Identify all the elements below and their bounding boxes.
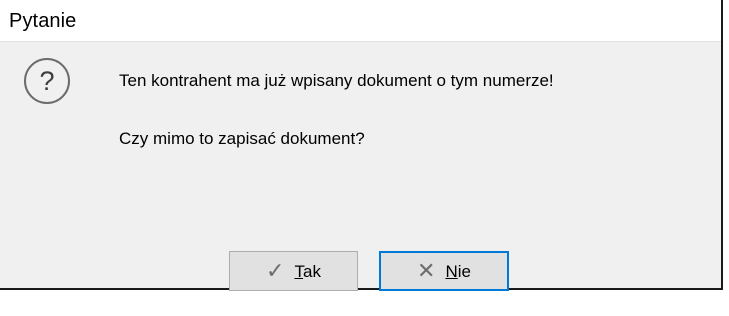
x-icon: ✕ [417,258,436,283]
title-bar[interactable]: Pytanie [0,0,721,42]
yes-mnemonic: T [294,261,303,281]
question-dialog: Pytanie ? Ten kontrahent ma już wpisany … [0,0,723,291]
question-mark-icon: ? [24,58,70,104]
no-mnemonic: N [445,261,458,281]
dialog-title: Pytanie [9,10,77,32]
yes-label-rest: ak [302,261,321,281]
no-button[interactable]: ✕ Nie [379,251,509,291]
message-line-1: Ten kontrahent ma już wpisany dokument o… [119,71,554,90]
yes-button-label: Tak [294,263,320,280]
check-icon: ✓ [266,258,285,283]
message-line-2: Czy mimo to zapisać dokument? [119,129,365,148]
no-button-label: Nie [445,263,471,280]
no-label-rest: ie [457,261,471,281]
yes-button[interactable]: ✓ Tak [229,251,358,291]
